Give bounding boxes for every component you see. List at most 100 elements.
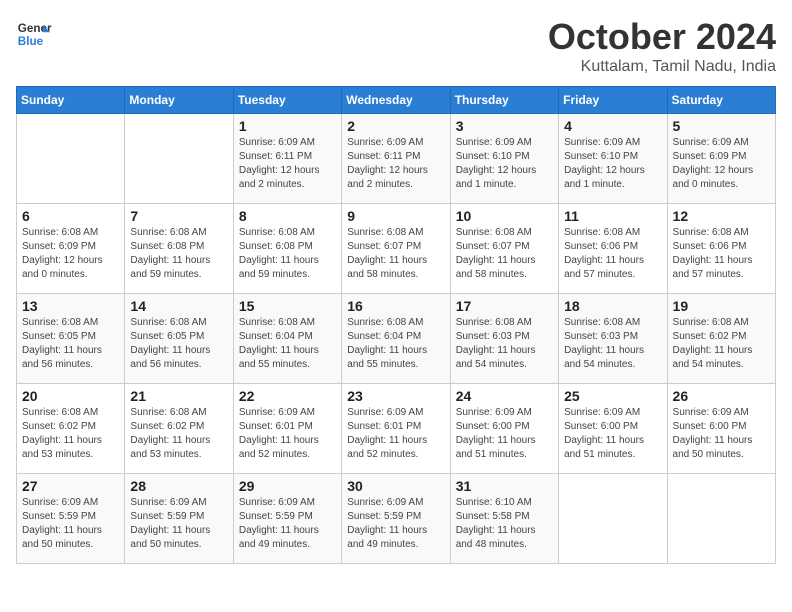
week-row-1: 6 Sunrise: 6:08 AM Sunset: 6:09 PM Daylig… — [17, 204, 776, 294]
calendar-cell: 4 Sunrise: 6:09 AM Sunset: 6:10 PM Daylig… — [559, 114, 667, 204]
day-info: Sunrise: 6:08 AM Sunset: 6:02 PM Dayligh… — [130, 406, 227, 462]
calendar-cell: 29 Sunrise: 6:09 AM Sunset: 5:59 PM Dayli… — [233, 474, 341, 564]
day-number: 5 — [673, 118, 770, 134]
day-info: Sunrise: 6:08 AM Sunset: 6:06 PM Dayligh… — [564, 226, 661, 282]
day-number: 27 — [22, 478, 119, 494]
day-info: Sunrise: 6:08 AM Sunset: 6:04 PM Dayligh… — [347, 316, 444, 372]
svg-text:General: General — [18, 22, 52, 35]
day-info: Sunrise: 6:08 AM Sunset: 6:05 PM Dayligh… — [130, 316, 227, 372]
day-info: Sunrise: 6:09 AM Sunset: 6:09 PM Dayligh… — [673, 136, 770, 192]
day-number: 21 — [130, 388, 227, 404]
day-number: 7 — [130, 208, 227, 224]
calendar-cell: 17Sunrise: 6:08 AM Sunset: 6:03 PM Dayli… — [450, 294, 558, 384]
day-number: 23 — [347, 388, 444, 404]
day-number: 9 — [347, 208, 444, 224]
month-title: October 2024 — [548, 16, 776, 58]
day-info: Sunrise: 6:09 AM Sunset: 6:10 PM Dayligh… — [456, 136, 553, 192]
day-info: Sunrise: 6:09 AM Sunset: 6:01 PM Dayligh… — [239, 406, 336, 462]
day-number: 3 — [456, 118, 553, 134]
day-info: Sunrise: 6:08 AM Sunset: 6:04 PM Dayligh… — [239, 316, 336, 372]
week-row-3: 20 Sunrise: 6:08 AM Sunset: 6:02 PM Dayli… — [17, 384, 776, 474]
calendar-cell: 10Sunrise: 6:08 AM Sunset: 6:07 PM Dayli… — [450, 204, 558, 294]
weekday-header-sunday: Sunday — [17, 87, 125, 114]
calendar-table: SundayMondayTuesdayWednesdayThursdayFrid… — [16, 86, 776, 564]
day-info: Sunrise: 6:09 AM Sunset: 5:59 PM Dayligh… — [347, 496, 444, 552]
day-number: 1 — [239, 118, 336, 134]
title-area: October 2024 Kuttalam, Tamil Nadu, India — [548, 16, 776, 76]
day-info: Sunrise: 6:09 AM Sunset: 6:00 PM Dayligh… — [456, 406, 553, 462]
day-info: Sunrise: 6:08 AM Sunset: 6:07 PM Dayligh… — [456, 226, 553, 282]
calendar-cell: 31 Sunrise: 6:10 AM Sunset: 5:58 PM Dayli… — [450, 474, 558, 564]
day-number: 20 — [22, 388, 119, 404]
calendar-cell: 5 Sunrise: 6:09 AM Sunset: 6:09 PM Daylig… — [667, 114, 775, 204]
day-info: Sunrise: 6:09 AM Sunset: 6:00 PM Dayligh… — [673, 406, 770, 462]
weekday-header-saturday: Saturday — [667, 87, 775, 114]
header: General Blue October 2024 Kuttalam, Tami… — [16, 16, 776, 76]
day-number: 30 — [347, 478, 444, 494]
day-info: Sunrise: 6:09 AM Sunset: 6:11 PM Dayligh… — [347, 136, 444, 192]
calendar-cell: 30 Sunrise: 6:09 AM Sunset: 5:59 PM Dayli… — [342, 474, 450, 564]
calendar-cell: 7 Sunrise: 6:08 AM Sunset: 6:08 PM Daylig… — [125, 204, 233, 294]
calendar-cell: 28Sunrise: 6:09 AM Sunset: 5:59 PM Dayli… — [125, 474, 233, 564]
day-info: Sunrise: 6:10 AM Sunset: 5:58 PM Dayligh… — [456, 496, 553, 552]
calendar-cell: 14Sunrise: 6:08 AM Sunset: 6:05 PM Dayli… — [125, 294, 233, 384]
day-number: 15 — [239, 298, 336, 314]
day-info: Sunrise: 6:08 AM Sunset: 6:08 PM Dayligh… — [239, 226, 336, 282]
weekday-header-friday: Friday — [559, 87, 667, 114]
day-info: Sunrise: 6:09 AM Sunset: 5:59 PM Dayligh… — [22, 496, 119, 552]
day-info: Sunrise: 6:08 AM Sunset: 6:02 PM Dayligh… — [673, 316, 770, 372]
calendar-cell: 15 Sunrise: 6:08 AM Sunset: 6:04 PM Dayli… — [233, 294, 341, 384]
calendar-cell: 8Sunrise: 6:08 AM Sunset: 6:08 PM Daylig… — [233, 204, 341, 294]
calendar-cell: 26Sunrise: 6:09 AM Sunset: 6:00 PM Dayli… — [667, 384, 775, 474]
calendar-cell: 22Sunrise: 6:09 AM Sunset: 6:01 PM Dayli… — [233, 384, 341, 474]
weekday-header-wednesday: Wednesday — [342, 87, 450, 114]
week-row-4: 27 Sunrise: 6:09 AM Sunset: 5:59 PM Dayli… — [17, 474, 776, 564]
day-number: 29 — [239, 478, 336, 494]
calendar-cell — [17, 114, 125, 204]
day-info: Sunrise: 6:08 AM Sunset: 6:03 PM Dayligh… — [564, 316, 661, 372]
location-title: Kuttalam, Tamil Nadu, India — [548, 58, 776, 76]
calendar-cell: 21 Sunrise: 6:08 AM Sunset: 6:02 PM Dayli… — [125, 384, 233, 474]
day-number: 16 — [347, 298, 444, 314]
day-info: Sunrise: 6:08 AM Sunset: 6:06 PM Dayligh… — [673, 226, 770, 282]
weekday-header-row: SundayMondayTuesdayWednesdayThursdayFrid… — [17, 87, 776, 114]
day-info: Sunrise: 6:08 AM Sunset: 6:03 PM Dayligh… — [456, 316, 553, 372]
logo-icon: General Blue — [16, 16, 52, 52]
day-number: 6 — [22, 208, 119, 224]
day-info: Sunrise: 6:08 AM Sunset: 6:09 PM Dayligh… — [22, 226, 119, 282]
week-row-2: 13 Sunrise: 6:08 AM Sunset: 6:05 PM Dayli… — [17, 294, 776, 384]
day-info: Sunrise: 6:09 AM Sunset: 6:00 PM Dayligh… — [564, 406, 661, 462]
calendar-cell: 20Sunrise: 6:08 AM Sunset: 6:02 PM Dayli… — [17, 384, 125, 474]
day-info: Sunrise: 6:08 AM Sunset: 6:07 PM Dayligh… — [347, 226, 444, 282]
calendar-cell: 11 Sunrise: 6:08 AM Sunset: 6:06 PM Dayli… — [559, 204, 667, 294]
day-info: Sunrise: 6:08 AM Sunset: 6:08 PM Dayligh… — [130, 226, 227, 282]
day-number: 4 — [564, 118, 661, 134]
day-number: 24 — [456, 388, 553, 404]
day-number: 11 — [564, 208, 661, 224]
calendar-cell: 12 Sunrise: 6:08 AM Sunset: 6:06 PM Dayli… — [667, 204, 775, 294]
day-number: 12 — [673, 208, 770, 224]
logo: General Blue — [16, 16, 52, 52]
calendar-cell: 9 Sunrise: 6:08 AM Sunset: 6:07 PM Daylig… — [342, 204, 450, 294]
weekday-header-monday: Monday — [125, 87, 233, 114]
calendar-cell: 24 Sunrise: 6:09 AM Sunset: 6:00 PM Dayli… — [450, 384, 558, 474]
day-info: Sunrise: 6:09 AM Sunset: 6:11 PM Dayligh… — [239, 136, 336, 192]
calendar-cell — [667, 474, 775, 564]
day-number: 2 — [347, 118, 444, 134]
day-info: Sunrise: 6:09 AM Sunset: 6:10 PM Dayligh… — [564, 136, 661, 192]
calendar-cell: 2 Sunrise: 6:09 AM Sunset: 6:11 PM Daylig… — [342, 114, 450, 204]
week-row-0: 1 Sunrise: 6:09 AM Sunset: 6:11 PM Daylig… — [17, 114, 776, 204]
day-number: 13 — [22, 298, 119, 314]
day-info: Sunrise: 6:09 AM Sunset: 5:59 PM Dayligh… — [239, 496, 336, 552]
day-number: 18 — [564, 298, 661, 314]
day-info: Sunrise: 6:09 AM Sunset: 6:01 PM Dayligh… — [347, 406, 444, 462]
weekday-header-thursday: Thursday — [450, 87, 558, 114]
day-number: 28 — [130, 478, 227, 494]
calendar-cell: 19Sunrise: 6:08 AM Sunset: 6:02 PM Dayli… — [667, 294, 775, 384]
calendar-cell — [125, 114, 233, 204]
calendar-cell: 27 Sunrise: 6:09 AM Sunset: 5:59 PM Dayli… — [17, 474, 125, 564]
day-number: 25 — [564, 388, 661, 404]
day-number: 31 — [456, 478, 553, 494]
weekday-header-tuesday: Tuesday — [233, 87, 341, 114]
calendar-cell: 23 Sunrise: 6:09 AM Sunset: 6:01 PM Dayli… — [342, 384, 450, 474]
